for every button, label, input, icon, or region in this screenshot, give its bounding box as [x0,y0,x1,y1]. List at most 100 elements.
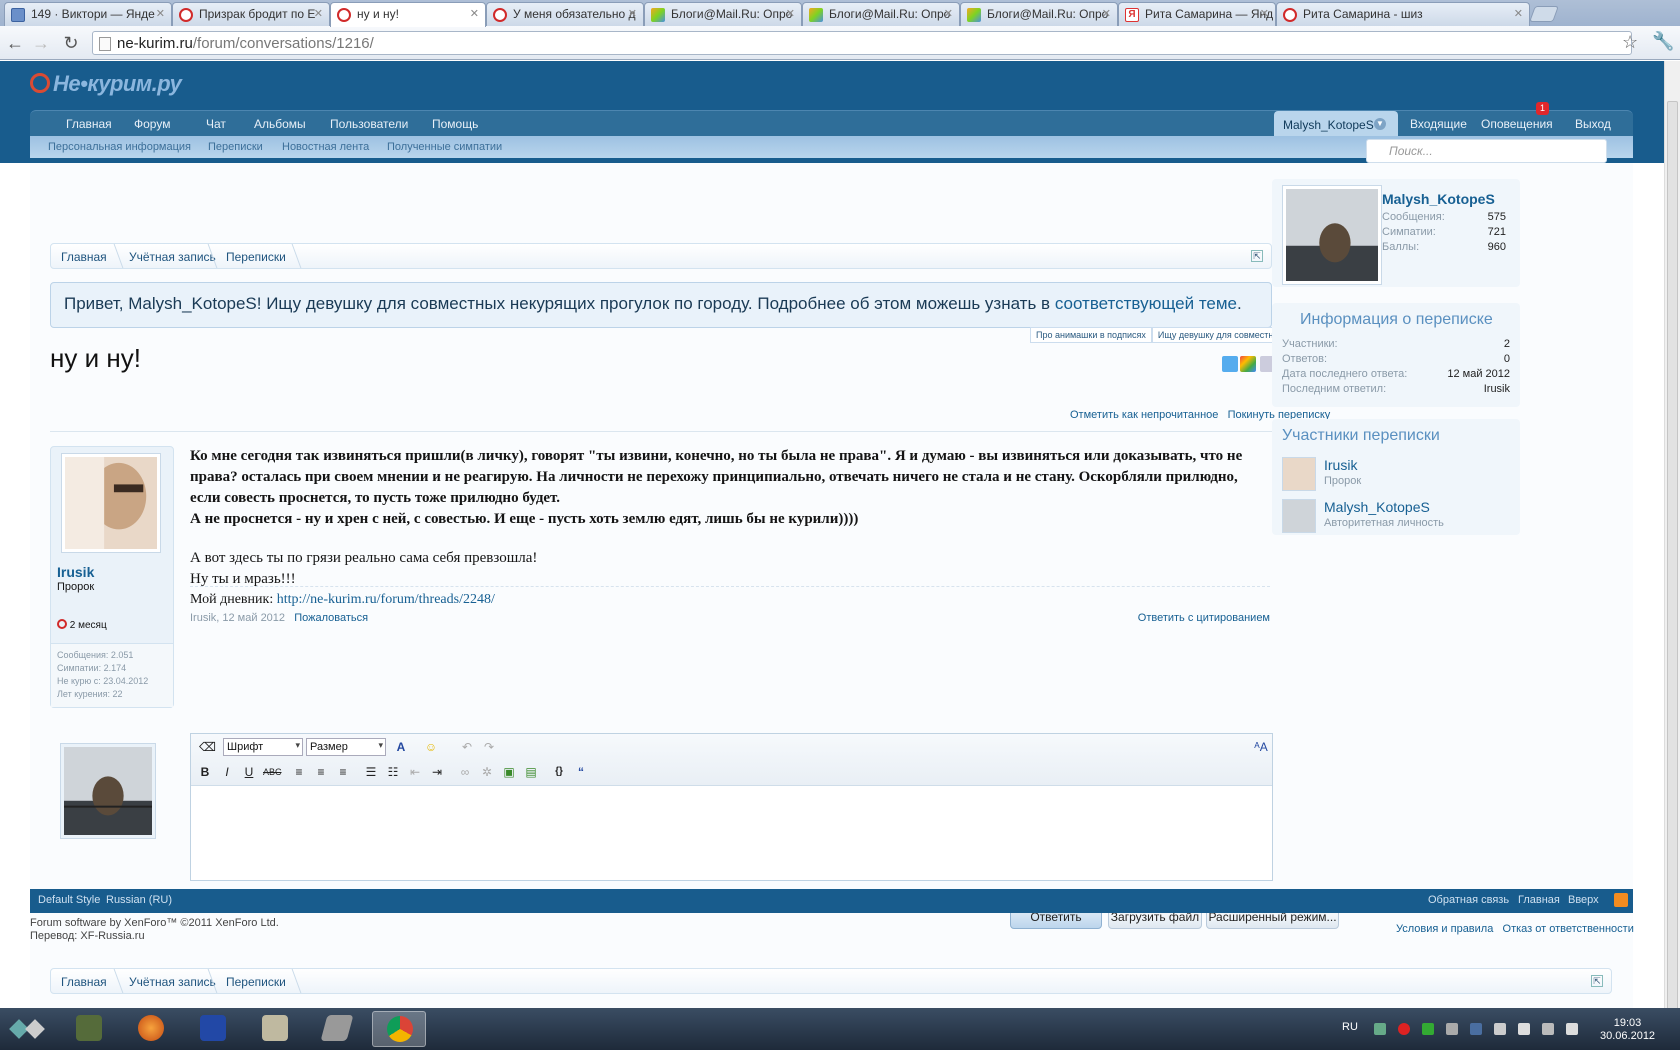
image-icon[interactable]: ▣ [501,764,517,780]
tray-icon[interactable] [1398,1023,1410,1035]
avatar[interactable] [1282,457,1316,491]
tray-icon[interactable] [1494,1023,1506,1035]
quote-icon[interactable]: “ [573,764,589,780]
avatar[interactable] [1282,185,1382,285]
tray-icon[interactable] [1422,1023,1434,1035]
taskbar-app[interactable] [124,1011,178,1047]
style-chooser-link[interactable]: Default Style [38,894,100,906]
subnav-likes[interactable]: Полученные симпатии [387,141,502,153]
rss-icon[interactable] [1614,893,1628,907]
crumb-conversations[interactable]: Переписки [226,250,286,264]
twitter-icon[interactable] [1222,356,1238,372]
close-tab-icon[interactable]: ✕ [628,7,637,20]
top-link[interactable]: Вверх [1568,894,1599,906]
tray-icon[interactable] [1374,1023,1386,1035]
close-tab-icon[interactable]: ✕ [1514,7,1523,20]
text-color-icon[interactable]: A [393,739,409,755]
volume-icon[interactable] [1566,1023,1578,1035]
nav-users[interactable]: Пользователи [330,117,408,131]
close-tab-icon[interactable]: ✕ [1260,7,1269,20]
toggle-bbcode-icon[interactable]: ᴬA [1253,739,1269,755]
align-center-icon[interactable]: ≡ [313,764,329,780]
page-scrollbar[interactable] [1664,61,1680,1041]
sidebar-username[interactable]: Malysh_KotopeS [1382,191,1495,207]
close-tab-icon[interactable]: ✕ [470,7,479,20]
close-tab-icon[interactable]: ✕ [944,7,953,20]
browser-tab[interactable]: Блоги@Mail.Ru: Опро ✕ [802,2,960,26]
subnav-conversations[interactable]: Переписки [208,141,263,153]
notice-tab[interactable]: Про анимашки в подписях [1030,327,1152,343]
font-select[interactable]: Шрифт [223,738,303,756]
smiley-icon[interactable]: ☺ [423,739,439,755]
back-icon[interactable]: ← [4,32,26,54]
new-tab-button[interactable] [1529,6,1559,22]
language-chooser-link[interactable]: Russian (RU) [106,894,172,906]
bookmark-star-icon[interactable]: ☆ [1622,32,1638,53]
bullet-list-icon[interactable]: ☰ [363,764,379,780]
close-tab-icon[interactable]: ✕ [156,7,165,20]
report-link[interactable]: Пожаловаться [294,612,368,624]
number-list-icon[interactable]: ☷ [385,764,401,780]
network-icon[interactable] [1542,1023,1554,1035]
participant-name[interactable]: Malysh_KotopeS [1324,499,1430,515]
nav-alerts[interactable]: Оповещения [1481,117,1553,131]
nav-albums[interactable]: Альбомы [254,117,306,131]
google-icon[interactable] [1240,356,1256,372]
signature-link[interactable]: http://ne-kurim.ru/forum/threads/2248/ [277,592,495,607]
link-icon[interactable]: ∞ [457,764,473,780]
clock[interactable]: 19:03 30.06.2012 [1600,1017,1655,1043]
nav-help[interactable]: Помощь [432,117,478,131]
redo-icon[interactable]: ↷ [481,739,497,755]
reload-icon[interactable]: ↻ [60,32,82,54]
browser-tab[interactable]: 149 · Виктори — Янде ✕ [4,2,172,26]
browser-tab[interactable]: Блоги@Mail.Ru: Опро ✕ [960,2,1118,26]
avatar[interactable] [61,453,161,553]
site-logo[interactable]: Не•курим.ру [30,71,182,97]
close-tab-icon[interactable]: ✕ [314,7,323,20]
search-input[interactable]: Поиск... [1366,139,1607,163]
browser-tab[interactable]: Рита Самарина - шиз ✕ [1276,2,1530,26]
avatar[interactable] [1282,499,1316,533]
media-icon[interactable]: ▤ [523,764,539,780]
strike-icon[interactable]: ABC [263,764,282,780]
crumb-conversations[interactable]: Переписки [226,975,286,989]
disclaimer-link[interactable]: Отказ от ответственности [1503,923,1634,935]
code-icon[interactable]: {} [551,764,567,780]
taskbar-app-active[interactable] [372,1011,426,1047]
bold-icon[interactable]: B [197,764,213,780]
subnav-personal[interactable]: Персональная информация [48,141,191,153]
mark-unread-link[interactable]: Отметить как непрочитанное [1070,409,1218,421]
home-link[interactable]: Главная [1518,894,1560,906]
browser-tab-active[interactable]: ну и ну! ✕ [330,2,486,27]
browser-tab[interactable]: Призрак бродит по Е ✕ [172,2,330,26]
flag-icon[interactable] [1518,1023,1530,1035]
subnav-news-feed[interactable]: Новостная лента [282,141,369,153]
user-menu-tab[interactable]: Malysh_KotopeS ▼ [1274,111,1398,137]
nav-inbox[interactable]: Входящие [1410,117,1467,131]
nav-chat[interactable]: Чат [206,117,226,131]
rich-text-editor[interactable]: ⌫ Шрифт Размер A ☺ ↶ ↷ ᴬA B I U ABC ≡ ≡ … [190,733,1273,881]
taskbar-app[interactable] [62,1011,116,1047]
reply-quote-link[interactable]: Ответить с цитированием [1138,612,1270,624]
crumb-home[interactable]: Главная [61,250,107,264]
crumb-home[interactable]: Главная [61,975,107,989]
nav-forum[interactable]: Форум [134,117,170,131]
avatar[interactable] [60,743,156,839]
undo-icon[interactable]: ↶ [459,739,475,755]
taskbar-app[interactable] [310,1011,364,1047]
nav-logout[interactable]: Выход [1575,117,1611,131]
browser-tab[interactable]: У меня обязательно д ✕ [486,2,644,26]
post-author[interactable]: Irusik [57,564,94,580]
align-right-icon[interactable]: ≡ [335,764,351,780]
tray-icon[interactable] [1470,1023,1482,1035]
indent-icon[interactable]: ⇥ [429,764,445,780]
jump-icon[interactable]: ⇱ [1591,975,1603,987]
forward-icon[interactable]: → [30,32,52,54]
nav-home[interactable]: Главная [66,117,112,131]
jump-icon[interactable]: ⇱ [1251,250,1263,262]
last-replier-link[interactable]: Irusik [1484,383,1510,395]
close-tab-icon[interactable]: ✕ [786,7,795,20]
align-left-icon[interactable]: ≡ [291,764,307,780]
address-bar[interactable]: ne-kurim.ru/forum/conversations/1216/ [92,31,1632,55]
size-select[interactable]: Размер [306,738,386,756]
